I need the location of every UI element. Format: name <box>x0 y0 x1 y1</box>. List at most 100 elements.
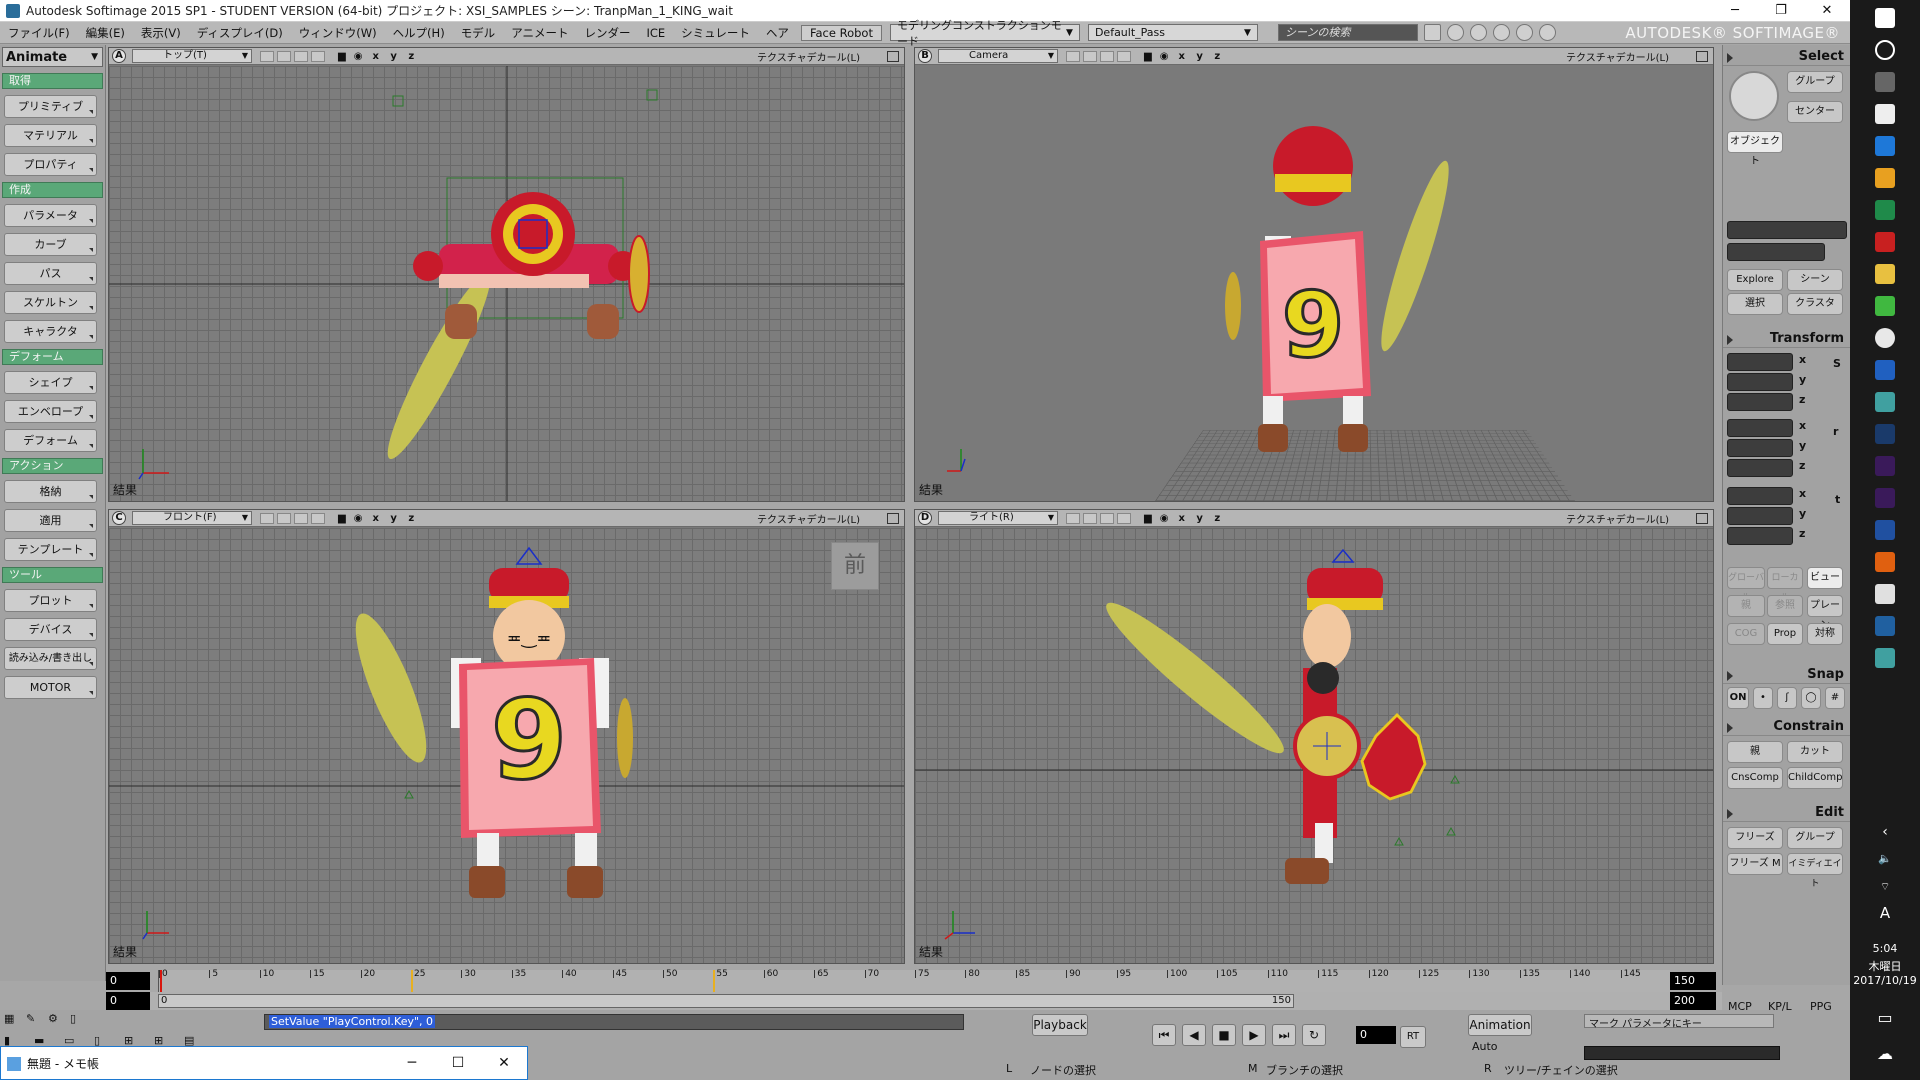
ppg-tab[interactable]: PPG <box>1810 1000 1832 1013</box>
mark-parameters-key[interactable]: マーク パラメータにキー <box>1584 1014 1774 1030</box>
media-icon[interactable] <box>1875 168 1895 188</box>
app-icon[interactable] <box>1875 232 1895 252</box>
viewport-c-display-mode[interactable]: テクスチャデカール(L) <box>757 511 860 526</box>
rotate-x-field[interactable] <box>1727 419 1793 437</box>
layout-icon[interactable]: ⚙ <box>48 1012 70 1030</box>
notepad-window[interactable]: 無題 - メモ帳 ─ ☐ ✕ <box>0 1046 528 1080</box>
viewport-a-top[interactable]: A トップ(T) ▼ ▆ ◉ x y z テクスチャデカール(L) 結果 <box>108 47 905 502</box>
scene-button[interactable]: シーン <box>1787 269 1843 291</box>
scale-z-field[interactable] <box>1727 393 1793 411</box>
viewport-c-view-dropdown[interactable]: フロント(F) ▼ <box>132 511 252 525</box>
stop-icon[interactable]: ■ <box>1212 1024 1236 1046</box>
maximize-button[interactable]: ❐ <box>1758 0 1804 22</box>
cog-button[interactable]: COG <box>1727 623 1765 645</box>
menu-edit[interactable]: 編集(E) <box>78 25 133 41</box>
kpl-tab[interactable]: KP/L <box>1768 1000 1792 1013</box>
timeline[interactable]: 0 0 5 10 15 20 25 30 35 40 45 50 55 60 65 70 75 80 85 90 95… <box>106 970 1722 992</box>
realtime-button[interactable]: RT <box>1400 1026 1426 1048</box>
character-button[interactable]: キャラクタ <box>4 320 97 343</box>
windows-start-icon[interactable] <box>1875 8 1895 28</box>
parent-button[interactable]: 親 <box>1727 595 1765 617</box>
menu-display[interactable]: ディスプレイ(D) <box>189 25 291 41</box>
render-icon[interactable] <box>1515 24 1533 41</box>
search-icon[interactable] <box>1423 24 1441 41</box>
menu-ice[interactable]: ICE <box>638 26 673 40</box>
constrain-cut-button[interactable]: カット <box>1787 741 1843 763</box>
global-end-field[interactable]: 200 <box>1670 992 1716 1010</box>
envelope-button[interactable]: エンベロープ <box>4 400 97 423</box>
line-icon[interactable] <box>1875 296 1895 316</box>
mcp-tab[interactable]: MCP <box>1728 1000 1752 1013</box>
eye-icon[interactable]: ◉ <box>1160 513 1169 524</box>
softimage-taskbar-icon[interactable] <box>1875 72 1895 92</box>
snap-surface-icon[interactable]: ◯ <box>1801 687 1821 709</box>
notepad-minimize-button[interactable]: ─ <box>389 1055 435 1071</box>
chrome-icon[interactable] <box>1875 328 1895 348</box>
scale-y-field[interactable] <box>1727 373 1793 391</box>
construction-mode-dropdown[interactable]: モデリングコンストラクションモード ▼ <box>889 19 1080 48</box>
section-get[interactable]: 取得 <box>2 73 103 89</box>
viewport-a-view-dropdown[interactable]: トップ(T) ▼ <box>132 49 252 63</box>
range-slider-bar[interactable]: 0 150 <box>158 994 1294 1008</box>
selection-field[interactable] <box>1727 221 1847 239</box>
eye-icon[interactable]: ◉ <box>1160 51 1169 62</box>
script-command-line[interactable]: SetValue "PlayControl.Key", 0 <box>264 1014 964 1030</box>
curve-button[interactable]: カーブ <box>4 233 97 256</box>
app-icon[interactable] <box>1875 648 1895 668</box>
timeline-end-field[interactable]: 150 <box>1670 972 1716 990</box>
edit-group-button[interactable]: グループ <box>1787 827 1843 849</box>
chevron-left-icon[interactable]: ‹ <box>1850 824 1920 840</box>
motor-button[interactable]: MOTOR <box>4 676 97 699</box>
timeline-start-field[interactable]: 0 <box>106 972 150 990</box>
render-region-icon[interactable] <box>1469 24 1487 41</box>
viewport-c-canvas[interactable]: ≖‿≖ 9 前 結果 <box>109 528 904 963</box>
photoshop-icon[interactable] <box>1875 424 1895 444</box>
parameter-button[interactable]: パラメータ <box>4 204 97 227</box>
aftereffects-icon[interactable] <box>1875 488 1895 508</box>
view-button[interactable]: ビュー <box>1807 567 1843 589</box>
viewport-d-right[interactable]: D ライト(R) ▼ ▆ ◉ x y z テクスチャデカール(L) 結果 <box>914 509 1714 964</box>
section-action[interactable]: アクション <box>2 458 103 474</box>
viewport-c-front[interactable]: C フロント(F) ▼ ▆ ◉ x y z テクスチャデカール(L) ≖‿≖ 9 <box>108 509 905 964</box>
action-center-icon[interactable]: ▭ <box>1850 1008 1920 1027</box>
folder-icon[interactable] <box>1875 264 1895 284</box>
select-center-button[interactable]: センター <box>1787 101 1843 123</box>
word-icon[interactable] <box>1875 520 1895 540</box>
eye-icon[interactable]: ◉ <box>354 51 363 62</box>
global-button[interactable]: グローバル <box>1727 567 1765 603</box>
scene-search-input[interactable]: シーンの検索 <box>1277 24 1418 41</box>
clock-day[interactable]: 木曜日 <box>1850 958 1920 974</box>
select-section-header[interactable]: Select <box>1723 48 1850 66</box>
select-arrow-icon[interactable] <box>1729 71 1779 121</box>
rotate-y-field[interactable] <box>1727 439 1793 457</box>
frame-field[interactable]: 0 <box>1356 1026 1396 1044</box>
primitive-button[interactable]: プリミティブ <box>4 95 97 118</box>
menu-help[interactable]: ヘルプ(H) <box>385 25 453 41</box>
skeleton-button[interactable]: スケルトン <box>4 291 97 314</box>
close-button[interactable]: ✕ <box>1804 0 1850 22</box>
render-all-icon[interactable] <box>1538 24 1556 41</box>
timeline-ruler[interactable]: 0 5 10 15 20 25 30 35 40 45 50 55 60 65 70 75 80 85 90 95 10… <box>158 970 1670 992</box>
viewport-b-xyz[interactable]: x y z <box>1178 51 1224 62</box>
section-tools[interactable]: ツール <box>2 567 103 583</box>
translate-x-field[interactable] <box>1727 487 1793 505</box>
rotate-z-field[interactable] <box>1727 459 1793 477</box>
key-field[interactable] <box>1584 1046 1780 1060</box>
selection-button[interactable]: 選択 <box>1727 293 1783 315</box>
menu-hair[interactable]: ヘア <box>758 25 797 41</box>
menu-render[interactable]: レンダー <box>576 25 638 41</box>
path-button[interactable]: パス <box>4 262 97 285</box>
current-frame-field[interactable]: 0 <box>106 992 150 1010</box>
viewport-b-camera[interactable]: B Camera ▼ ▆ ◉ x y z テクスチャデカール(L) 9 結果 <box>914 47 1714 502</box>
minimize-button[interactable]: ─ <box>1712 0 1758 22</box>
material-button[interactable]: マテリアル <box>4 124 97 147</box>
go-to-end-icon[interactable]: ⏭ <box>1272 1024 1296 1046</box>
viewport-b-canvas[interactable]: 9 結果 <box>915 66 1713 501</box>
menu-file[interactable]: ファイル(F) <box>0 25 78 41</box>
cortana-icon[interactable] <box>1875 40 1895 60</box>
viewport-c-xyz[interactable]: x y z <box>372 513 418 524</box>
translate-y-field[interactable] <box>1727 507 1793 525</box>
section-create[interactable]: 作成 <box>2 182 103 198</box>
constrain-parent-button[interactable]: 親 <box>1727 741 1783 763</box>
play-forward-icon[interactable]: ▶ <box>1242 1024 1266 1046</box>
